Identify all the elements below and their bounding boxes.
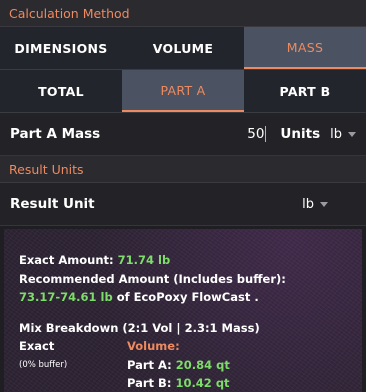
mix-volume-column: Volume: Part A: 20.84 qt Part B: 10.42 q…: [127, 337, 230, 392]
part-a-volume-line: Part A: 20.84 qt: [127, 356, 230, 375]
part-a-mass-input[interactable]: [244, 126, 267, 142]
mix-exact-column: Exact (0% buffer): [19, 337, 127, 392]
tab-volume[interactable]: VOLUME: [122, 27, 244, 69]
mix-exact-heading: Exact: [19, 339, 55, 353]
result-units-header: Result Units: [0, 156, 366, 183]
mass-unit-select[interactable]: lb: [330, 127, 356, 142]
result-unit-select[interactable]: lb: [302, 197, 328, 212]
part-a-volume-label: Part A:: [127, 357, 172, 372]
result-unit-value: lb: [302, 196, 314, 212]
result-unit-row: Result Unit lb: [0, 183, 366, 226]
recommended-amount-line: 73.17-74.61 lb of EcoPoxy FlowCast .: [19, 288, 362, 307]
results-panel: Exact Amount: 71.74 lb Recommended Amoun…: [4, 229, 362, 392]
chevron-down-icon: [320, 201, 328, 207]
tab-total[interactable]: TOTAL: [0, 70, 122, 112]
part-b-volume-label: Part B:: [127, 376, 172, 390]
calculation-method-tabs: DIMENSIONS VOLUME MASS: [0, 27, 366, 70]
chevron-down-icon: [348, 131, 356, 137]
part-b-volume-value: 10.42 qt: [175, 376, 230, 390]
product-text: of EcoPoxy FlowCast .: [116, 290, 259, 304]
tab-part-b[interactable]: PART B: [244, 70, 366, 112]
volume-heading: Volume:: [127, 339, 180, 353]
part-a-mass-row: Part A Mass Units lb: [0, 113, 366, 156]
tab-dimensions[interactable]: DIMENSIONS: [0, 27, 122, 69]
tab-mass[interactable]: MASS: [244, 27, 366, 69]
mass-unit-value: lb: [330, 126, 342, 142]
part-a-volume-value: 20.84 qt: [175, 357, 230, 372]
mix-breakdown-title: Mix Breakdown (2:1 Vol | 2.3:1 Mass): [19, 320, 260, 335]
part-b-volume-line: Part B: 10.42 qt: [127, 374, 230, 392]
exact-amount-label: Exact Amount:: [19, 253, 114, 267]
part-tabs: TOTAL PART A PART B: [0, 70, 366, 113]
part-a-mass-label: Part A Mass: [10, 126, 101, 142]
buffer-note: (0% buffer): [19, 359, 68, 370]
exact-amount-value: 71.74 lb: [117, 253, 171, 267]
result-unit-label: Result Unit: [10, 196, 95, 212]
recommended-amount-label: Recommended Amount (Includes buffer):: [19, 271, 286, 286]
units-label: Units: [280, 126, 321, 142]
mix-breakdown: Exact (0% buffer) Volume: Part A: 20.84 …: [19, 337, 362, 392]
tab-part-a[interactable]: PART A: [122, 70, 244, 112]
recommended-amount-value: 73.17-74.61 lb: [19, 290, 113, 304]
exact-amount-line: Exact Amount: 71.74 lb: [19, 251, 362, 270]
calculation-method-header: Calculation Method: [0, 0, 366, 27]
